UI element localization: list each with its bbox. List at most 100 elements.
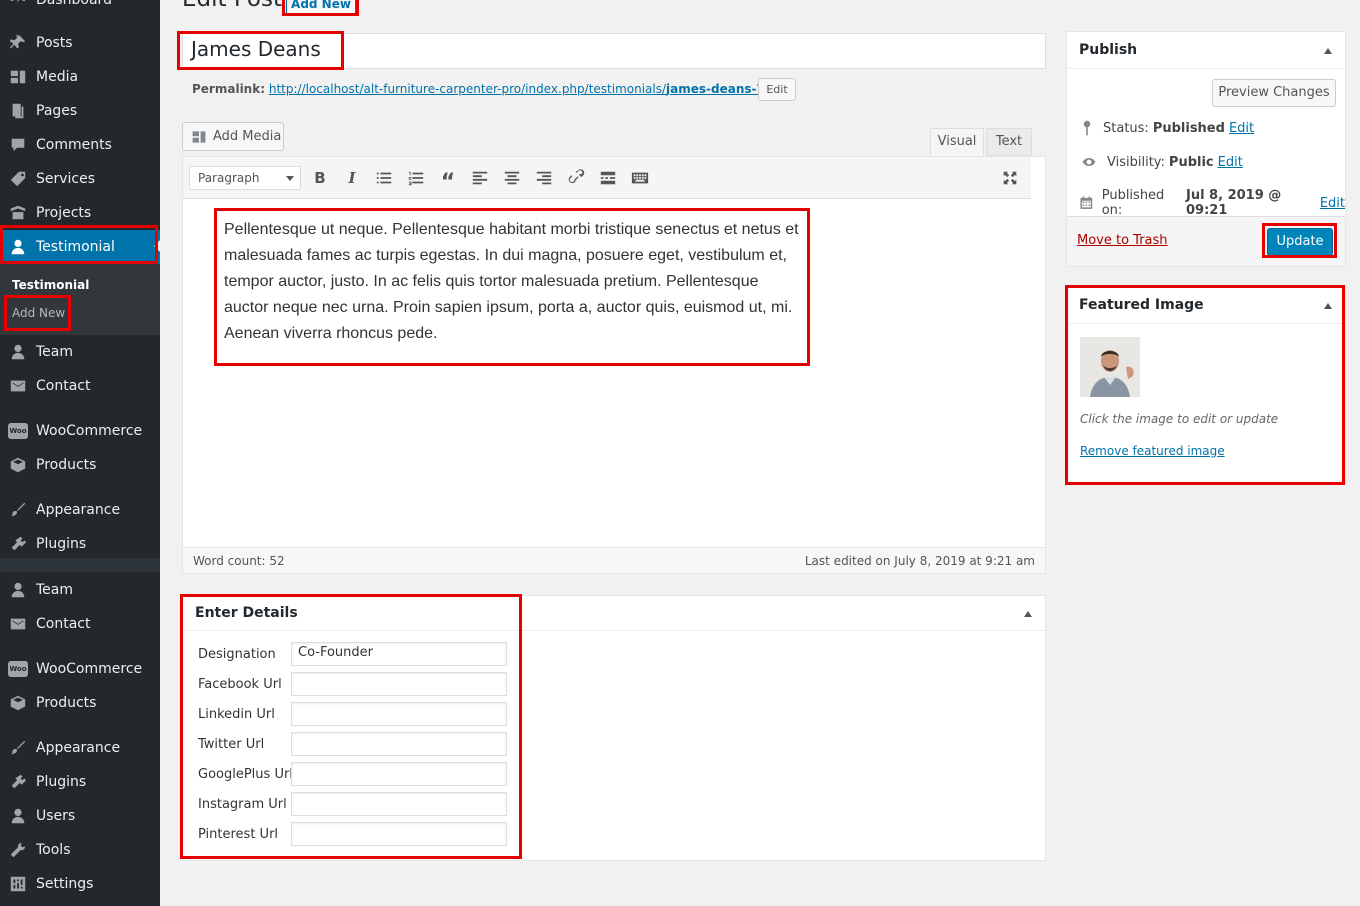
box-icon — [8, 693, 28, 713]
read-more-button[interactable] — [597, 167, 619, 189]
bold-button[interactable]: B — [309, 167, 331, 189]
insert-link-button[interactable] — [565, 167, 587, 189]
user-icon — [8, 806, 28, 826]
metabox-header[interactable]: Enter Details — [183, 596, 1045, 631]
permalink-base: http://localhost/alt-furniture-carpenter… — [268, 82, 667, 96]
align-center-button[interactable] — [501, 167, 523, 189]
linkedin-url-input[interactable] — [291, 702, 507, 726]
move-to-trash-link[interactable]: Move to Trash — [1077, 233, 1168, 248]
twitter-url-input[interactable] — [291, 732, 507, 756]
permalink-link[interactable]: http://localhost/alt-furniture-carpenter… — [269, 82, 769, 96]
editor-toolbar: Paragraph B I “ — [183, 157, 1031, 199]
field-label: Linkedin Url — [198, 707, 275, 722]
permalink-edit-button[interactable]: Edit — [758, 78, 796, 101]
sidebar-item-products-2[interactable]: Products — [0, 686, 160, 720]
align-right-icon — [536, 171, 552, 185]
word-count: Word count: 52 — [193, 554, 285, 568]
sidebar-item-label: Media — [36, 69, 79, 85]
sidebar-item-label: Services — [36, 171, 96, 187]
media-icon — [192, 130, 206, 143]
sidebar-item-settings[interactable]: Settings — [0, 867, 160, 901]
toolbar-toggle-button[interactable] — [629, 167, 651, 189]
sidebar-item-label: WooCommerce — [36, 661, 143, 677]
preview-changes-button[interactable]: Preview Changes — [1212, 79, 1336, 107]
sidebar-item-projects[interactable]: Projects — [0, 196, 160, 230]
sidebar-item-label: Pages — [36, 103, 78, 119]
metabox-header[interactable]: Publish — [1067, 32, 1345, 69]
sidebar-item-posts[interactable]: Posts — [0, 26, 160, 60]
link-icon — [568, 169, 585, 184]
submenu-title[interactable]: Testimonial — [12, 278, 89, 292]
sidebar-item-media[interactable]: Media — [0, 60, 160, 94]
sidebar-item-contact[interactable]: Contact — [0, 369, 160, 403]
instagram-url-input[interactable] — [291, 792, 507, 816]
wrench-icon — [8, 840, 28, 860]
tab-visual[interactable]: Visual — [930, 128, 984, 156]
sidebar-item-dashboard[interactable]: Dashboard — [0, 0, 160, 17]
status-value: Published — [1152, 120, 1225, 136]
woo-icon: Woo — [8, 661, 28, 677]
blockquote-button[interactable]: “ — [437, 167, 459, 195]
sidebar-item-appearance-2[interactable]: Appearance — [0, 731, 160, 765]
remove-featured-image-link[interactable]: Remove featured image — [1080, 444, 1225, 458]
sidebar-item-label: Appearance — [36, 740, 121, 756]
fullscreen-button[interactable] — [999, 167, 1021, 189]
plug-icon — [8, 772, 28, 792]
designation-input[interactable]: Co-Founder — [291, 642, 507, 666]
media-icon — [8, 67, 28, 87]
sidebar-item-appearance[interactable]: Appearance — [0, 493, 160, 527]
featured-image-hint: Click the image to edit or update — [1080, 412, 1279, 426]
published-value: Jul 8, 2019 @ 09:21 — [1185, 188, 1282, 218]
numbered-list-button[interactable] — [405, 167, 427, 189]
metabox-header[interactable]: Featured Image — [1067, 287, 1345, 324]
align-right-button[interactable] — [533, 167, 555, 189]
status-row: Status: Published Edit — [1079, 120, 1254, 136]
pinterest-url-input[interactable] — [291, 822, 507, 846]
eye-icon — [1082, 158, 1096, 166]
bulleted-list-button[interactable] — [373, 167, 395, 189]
submenu-add-new-link[interactable]: Add New — [12, 306, 65, 320]
sidebar-item-pages[interactable]: Pages — [0, 94, 160, 128]
collapse-arrow-icon[interactable] — [1024, 611, 1032, 617]
tab-text[interactable]: Text — [986, 128, 1032, 156]
sidebar-item-users[interactable]: Users — [0, 799, 160, 833]
post-title-input[interactable]: James Deans — [182, 33, 1046, 69]
editor-content[interactable]: Pellentesque ut neque. Pellentesque habi… — [224, 217, 804, 347]
sidebar-item-testimonial[interactable]: Testimonial — [0, 230, 160, 264]
sidebar-item-tools[interactable]: Tools — [0, 833, 160, 867]
field-googleplus: GooglePlus Url — [198, 762, 508, 786]
sidebar-item-team-2[interactable]: Team — [0, 573, 160, 607]
featured-image-metabox: Featured Image Click the image to edit o… — [1066, 286, 1346, 484]
last-edited: Last edited on July 8, 2019 at 9:21 am — [804, 554, 1035, 568]
visibility-edit-link[interactable]: Edit — [1218, 155, 1243, 170]
sidebar-item-label: Team — [36, 344, 74, 360]
add-media-button[interactable]: Add Media — [182, 122, 284, 151]
sidebar-item-plugins-2[interactable]: Plugins — [0, 765, 160, 799]
sidebar-item-woocommerce[interactable]: Woo WooCommerce — [0, 414, 160, 448]
sidebar-item-label: Settings — [36, 876, 94, 892]
published-edit-link[interactable]: Edit — [1320, 196, 1345, 211]
italic-button[interactable]: I — [341, 167, 363, 189]
add-new-button[interactable]: Add New — [286, 0, 356, 14]
sidebar-item-products[interactable]: Products — [0, 448, 160, 482]
field-facebook: Facebook Url — [198, 672, 508, 696]
facebook-url-input[interactable] — [291, 672, 507, 696]
googleplus-url-input[interactable] — [291, 762, 507, 786]
collapse-arrow-icon[interactable] — [1324, 48, 1332, 54]
sidebar-item-team[interactable]: Team — [0, 335, 160, 369]
align-left-button[interactable] — [469, 167, 491, 189]
update-button[interactable]: Update — [1267, 228, 1333, 256]
sidebar-item-services[interactable]: Services — [0, 162, 160, 196]
sidebar-item-contact-2[interactable]: Contact — [0, 607, 160, 641]
sidebar-item-comments[interactable]: Comments — [0, 128, 160, 162]
field-pinterest: Pinterest Url — [198, 822, 508, 846]
sidebar-item-woocommerce-2[interactable]: Woo WooCommerce — [0, 652, 160, 686]
visibility-row: Visibility: Public Edit — [1079, 154, 1243, 170]
sidebar-item-label: Appearance — [36, 502, 121, 518]
featured-image-thumbnail[interactable] — [1080, 337, 1140, 397]
status-edit-link[interactable]: Edit — [1229, 121, 1254, 136]
field-label: Designation — [198, 647, 276, 662]
sidebar-item-plugins[interactable]: Plugins — [0, 527, 160, 561]
format-select[interactable]: Paragraph — [189, 166, 301, 190]
collapse-arrow-icon[interactable] — [1324, 303, 1332, 309]
